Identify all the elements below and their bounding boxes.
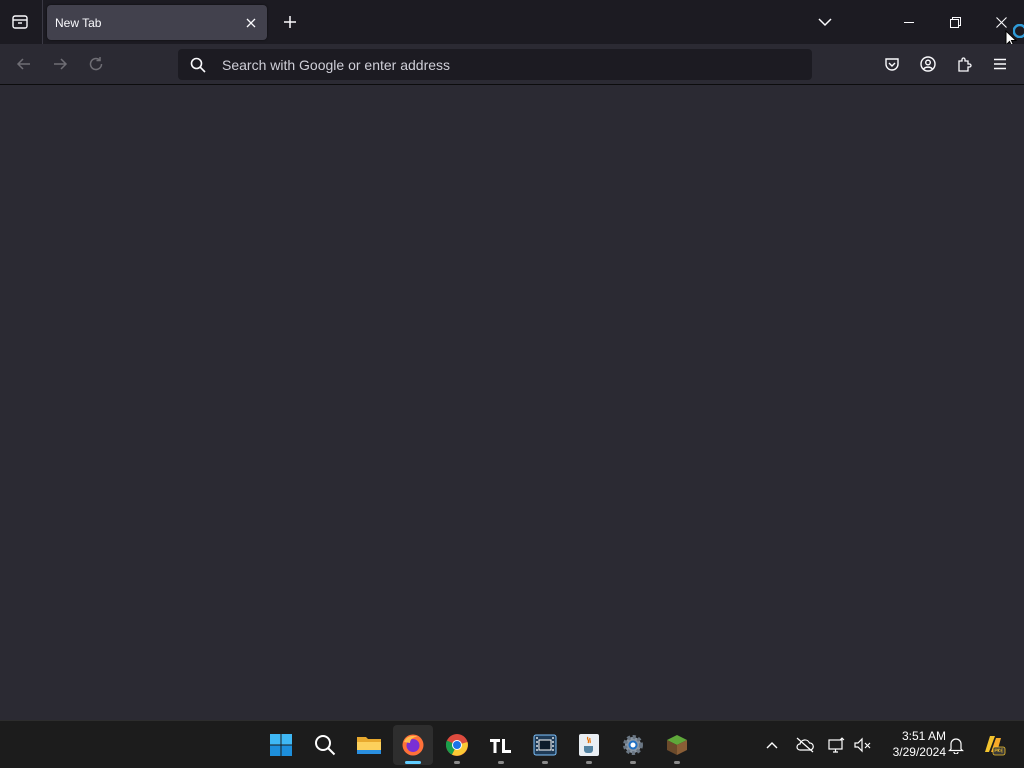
running-app-indicator	[586, 761, 592, 764]
clock-time: 3:51 AM	[901, 729, 946, 743]
chrome-icon	[445, 734, 468, 756]
back-button[interactable]	[8, 48, 40, 80]
arrow-right-icon	[54, 58, 68, 70]
chrome-app[interactable]	[437, 725, 477, 765]
copilot-icon	[985, 736, 1006, 756]
close-icon	[246, 18, 256, 27]
minecraft-app[interactable]	[657, 725, 697, 765]
network-tray-button[interactable]	[825, 733, 849, 757]
reload-button[interactable]	[80, 48, 112, 80]
running-app-indicator	[498, 761, 504, 764]
close-icon	[995, 16, 1007, 28]
plus-icon	[284, 16, 296, 28]
tab-new-tab[interactable]: New Tab	[47, 5, 267, 40]
pocket-button[interactable]	[876, 48, 908, 80]
taskbar-search-button[interactable]	[305, 725, 345, 765]
address-input[interactable]	[218, 49, 812, 80]
windows-logo-icon	[270, 734, 292, 756]
firefox-view-button[interactable]	[4, 6, 36, 38]
minimize-icon	[904, 22, 914, 23]
tab-title: New Tab	[55, 15, 102, 30]
gear-icon	[623, 735, 643, 755]
tab-strip: New Tab	[0, 0, 1024, 48]
volume-tray-button[interactable]	[851, 733, 875, 757]
navigation-toolbar	[0, 44, 1024, 85]
settings-app[interactable]	[613, 725, 653, 765]
start-button[interactable]	[261, 725, 301, 765]
taskbar: 3:51 AM 3/29/2024	[0, 720, 1024, 768]
page-content	[0, 85, 1024, 720]
restore-icon	[949, 16, 961, 28]
tab-close-button[interactable]	[239, 11, 263, 35]
running-app-indicator	[454, 761, 460, 764]
arrow-left-icon	[16, 58, 30, 70]
extensions-button[interactable]	[948, 48, 980, 80]
search-icon	[315, 735, 336, 756]
firefox-icon	[402, 734, 424, 756]
file-explorer-app[interactable]	[349, 725, 389, 765]
minecraft-block-icon	[667, 735, 687, 755]
network-monitor-icon	[828, 737, 845, 753]
running-app-indicator	[630, 761, 636, 764]
film-strip-icon	[533, 734, 557, 756]
new-tab-button[interactable]	[275, 7, 305, 37]
chevron-down-icon	[818, 18, 832, 27]
clock-date: 3/29/2024	[892, 745, 946, 759]
running-app-indicator	[542, 761, 548, 764]
cloud-offline-icon	[796, 737, 814, 753]
tl-app[interactable]	[481, 725, 521, 765]
tab-separator	[42, 0, 43, 44]
onedrive-tray-button[interactable]	[793, 733, 817, 757]
list-all-tabs-button[interactable]	[810, 7, 840, 37]
app-menu-button[interactable]	[984, 48, 1016, 80]
tl-launcher-icon	[490, 739, 511, 753]
speaker-muted-icon	[854, 737, 871, 753]
java-app[interactable]	[569, 725, 609, 765]
java-cup-icon	[579, 734, 599, 756]
chevron-up-icon	[766, 742, 778, 749]
firefox-view-icon	[12, 15, 28, 29]
forward-button[interactable]	[44, 48, 76, 80]
firefox-app[interactable]	[393, 725, 433, 765]
restore-button[interactable]	[932, 0, 978, 44]
active-app-indicator	[405, 761, 421, 764]
system-clock[interactable]: 3:51 AM 3/29/2024	[880, 728, 946, 760]
search-icon	[178, 49, 218, 80]
reload-icon	[89, 57, 103, 71]
show-hidden-icons-button[interactable]	[760, 733, 784, 757]
puzzle-piece-icon	[958, 57, 972, 72]
copilot-button[interactable]	[980, 732, 1006, 758]
notifications-button[interactable]	[944, 733, 968, 757]
minimize-button[interactable]	[886, 0, 932, 44]
folder-icon	[357, 737, 381, 754]
address-bar[interactable]	[178, 49, 812, 80]
pocket-icon	[885, 58, 899, 71]
video-editor-app[interactable]	[525, 725, 565, 765]
bell-icon	[948, 738, 964, 754]
account-icon	[920, 56, 936, 72]
hamburger-menu-icon	[994, 58, 1006, 70]
account-button[interactable]	[912, 48, 944, 80]
running-app-indicator	[674, 761, 680, 764]
